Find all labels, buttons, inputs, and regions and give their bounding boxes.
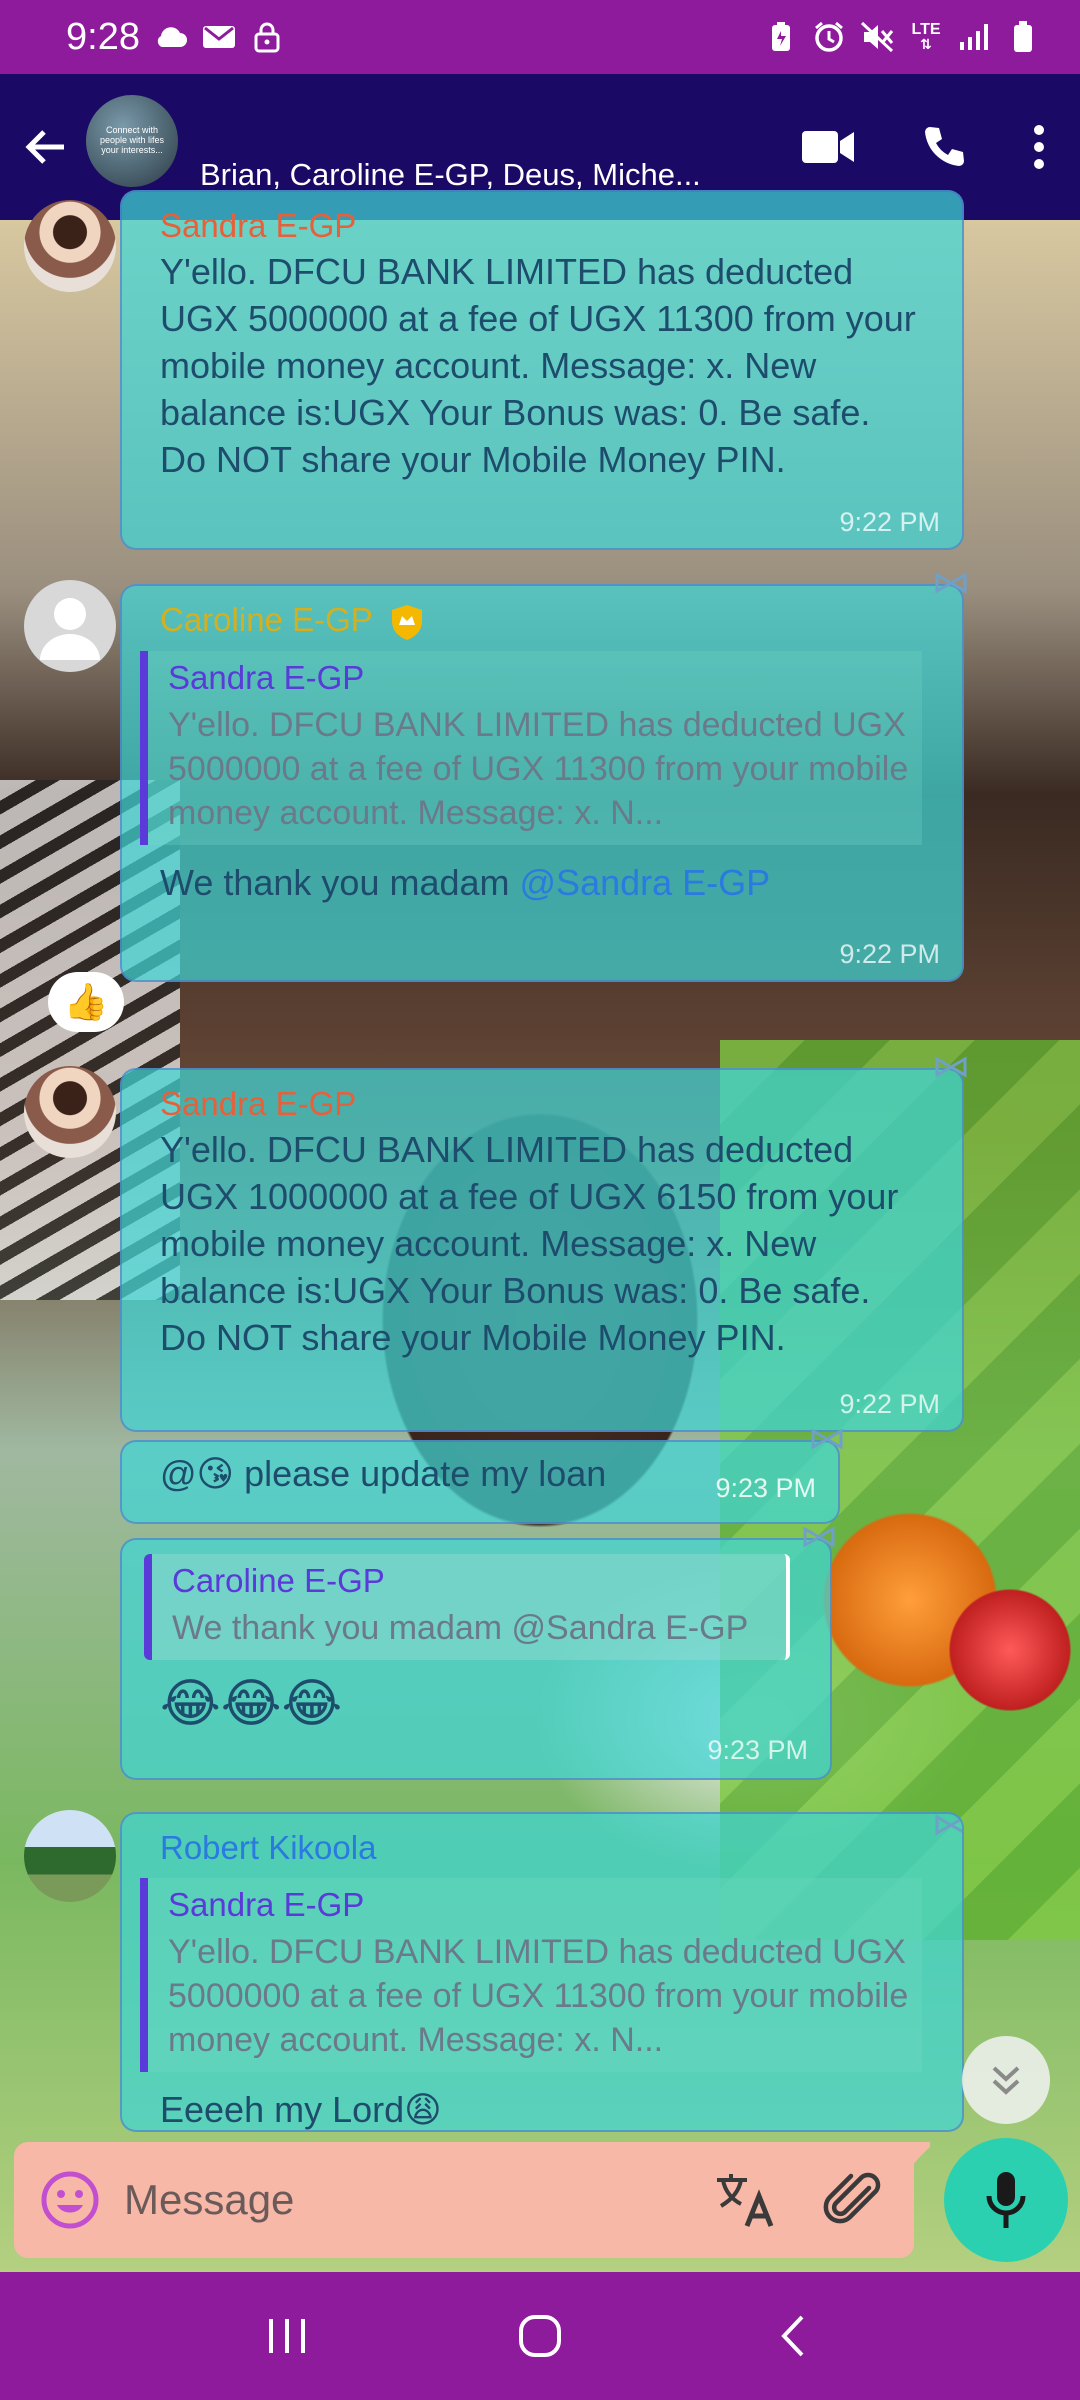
message-bubble[interactable]: @😘 please update my loan 9:23 PM: [120, 1428, 843, 1524]
quoted-message[interactable]: Sandra E-GP Y'ello. DFCU BANK LIMITED ha…: [140, 651, 922, 846]
mute-icon: [860, 20, 894, 54]
lock-icon: [250, 20, 284, 54]
chevron-left-icon: [781, 2315, 804, 2357]
voice-call-button[interactable]: [920, 123, 968, 171]
group-avatar[interactable]: Connect with people with lifes your inte…: [86, 95, 178, 187]
message-bubble[interactable]: Caroline E-GP Sandra E-GP Y'ello. DFCU B…: [120, 572, 967, 982]
scroll-to-bottom-button[interactable]: [962, 2036, 1050, 2124]
message-sender: Sandra E-GP: [160, 207, 357, 244]
message-bubble[interactable]: Robert Kikoola Sandra E-GP Y'ello. DFCU …: [120, 1812, 964, 2132]
bow-icon: [935, 1814, 962, 1836]
phone-icon: [925, 127, 964, 166]
sender-name: Caroline E-GP: [160, 601, 373, 638]
avatar-sandra[interactable]: [24, 1066, 116, 1158]
emoji-icon: [41, 2171, 99, 2229]
message-time: 9:22 PM: [839, 939, 940, 969]
chat-title[interactable]: Brian, Caroline E-GP, Deus, Miche...: [200, 157, 720, 193]
lte-icon: LTE ⇅: [911, 21, 941, 52]
message-sender: Sandra E-GP: [160, 1085, 357, 1122]
group-avatar-text: Connect with people with lifes your inte…: [99, 125, 165, 155]
admin-shield-icon: [392, 605, 423, 641]
bow-icon: [803, 1526, 835, 1548]
recent-apps-icon: [268, 2319, 305, 2353]
quoted-message[interactable]: Sandra E-GP Y'ello. DFCU BANK LIMITED ha…: [140, 1878, 922, 2072]
message-bubble[interactable]: Sandra E-GP Y'ello. DFCU BANK LIMITED ha…: [120, 1056, 967, 1432]
paperclip-icon: [823, 2172, 881, 2224]
translate-icon: [717, 2174, 774, 2227]
message-text: Eeeeh my Lord😩: [160, 2089, 442, 2130]
translate-button[interactable]: [710, 2165, 780, 2235]
emoji-button[interactable]: [38, 2168, 102, 2232]
mail-icon: [202, 20, 236, 54]
video-call-icon: [802, 131, 854, 163]
message-bubble[interactable]: Caroline E-GP We thank you madam @Sandra…: [120, 1526, 835, 1780]
back-arrow-icon: [25, 130, 64, 164]
message-text: Y'ello. DFCU BANK LIMITED has deducted U…: [160, 251, 916, 480]
nav-back-button[interactable]: [743, 2286, 843, 2386]
message-bubble[interactable]: Sandra E-GP Y'ello. DFCU BANK LIMITED ha…: [120, 190, 964, 550]
more-options-button[interactable]: [1032, 124, 1046, 170]
bow-icon: [811, 1428, 843, 1450]
quoted-sender: Sandra E-GP: [168, 659, 365, 697]
home-icon: [518, 2315, 561, 2357]
signal-icon: [958, 20, 992, 54]
recent-apps-button[interactable]: [237, 2286, 337, 2386]
voice-record-button[interactable]: [944, 2138, 1068, 2262]
mention-link[interactable]: @Sandra E-GP: [520, 862, 771, 903]
avatar-caroline[interactable]: [24, 580, 116, 672]
message-list[interactable]: Sandra E-GP Y'ello. DFCU BANK LIMITED ha…: [0, 190, 1080, 2272]
battery-saver-icon: [764, 20, 798, 54]
status-right: LTE ⇅: [764, 20, 1040, 54]
message-time: 9:22 PM: [839, 1389, 940, 1419]
bow-icon: [935, 1056, 967, 1078]
bow-icon: [935, 572, 967, 594]
message-time: 9:23 PM: [715, 1473, 816, 1503]
message-sender: Caroline E-GP: [160, 600, 922, 641]
attach-button[interactable]: [820, 2165, 890, 2235]
message-text-body: We thank you madam: [160, 862, 520, 904]
quoted-text: We thank you madam @Sandra E-GP: [172, 1609, 749, 1647]
message-sender: Robert Kikoola: [160, 1829, 377, 1866]
quoted-message[interactable]: Caroline E-GP We thank you madam @Sandra…: [144, 1554, 790, 1660]
quoted-text: Y'ello. DFCU BANK LIMITED has deducted U…: [168, 706, 909, 833]
reaction-badge[interactable]: 👍: [48, 972, 124, 1032]
message-time: 9:22 PM: [839, 507, 940, 537]
quoted-sender: Caroline E-GP: [172, 1562, 385, 1599]
battery-icon: [1006, 20, 1040, 54]
message-text: 😂😂😂: [160, 1675, 343, 1733]
message-time: 9:23 PM: [707, 1735, 808, 1765]
back-button[interactable]: [6, 74, 86, 220]
microphone-icon: [986, 2172, 1026, 2228]
double-chevron-down-icon: [992, 2066, 1020, 2095]
person-icon: [40, 598, 100, 660]
home-button[interactable]: [490, 2286, 590, 2386]
quoted-text: Y'ello. DFCU BANK LIMITED has deducted U…: [168, 1933, 909, 2059]
alarm-icon: [812, 20, 846, 54]
status-left: 9:28: [66, 16, 284, 59]
status-bar: 9:28 LTE ⇅: [0, 0, 1080, 74]
more-vert-icon: [1034, 125, 1044, 169]
message-text: Y'ello. DFCU BANK LIMITED has deducted U…: [160, 1129, 899, 1358]
message-text: @😘 please update my loan: [160, 1453, 607, 1494]
lte-label: LTE: [911, 21, 941, 38]
header-actions: [800, 123, 1080, 171]
system-nav-bar: [0, 2272, 1080, 2400]
status-time: 9:28: [66, 15, 140, 58]
cloud-icon: [154, 20, 188, 54]
avatar-robert[interactable]: [24, 1810, 116, 1902]
video-call-button[interactable]: [800, 127, 856, 167]
message-text: We thank you madam @Sandra E-GP: [160, 859, 922, 906]
message-composer: [14, 2142, 914, 2258]
message-input[interactable]: [124, 2176, 670, 2224]
avatar-sandra[interactable]: [24, 200, 116, 292]
quoted-sender: Sandra E-GP: [168, 1886, 365, 1923]
